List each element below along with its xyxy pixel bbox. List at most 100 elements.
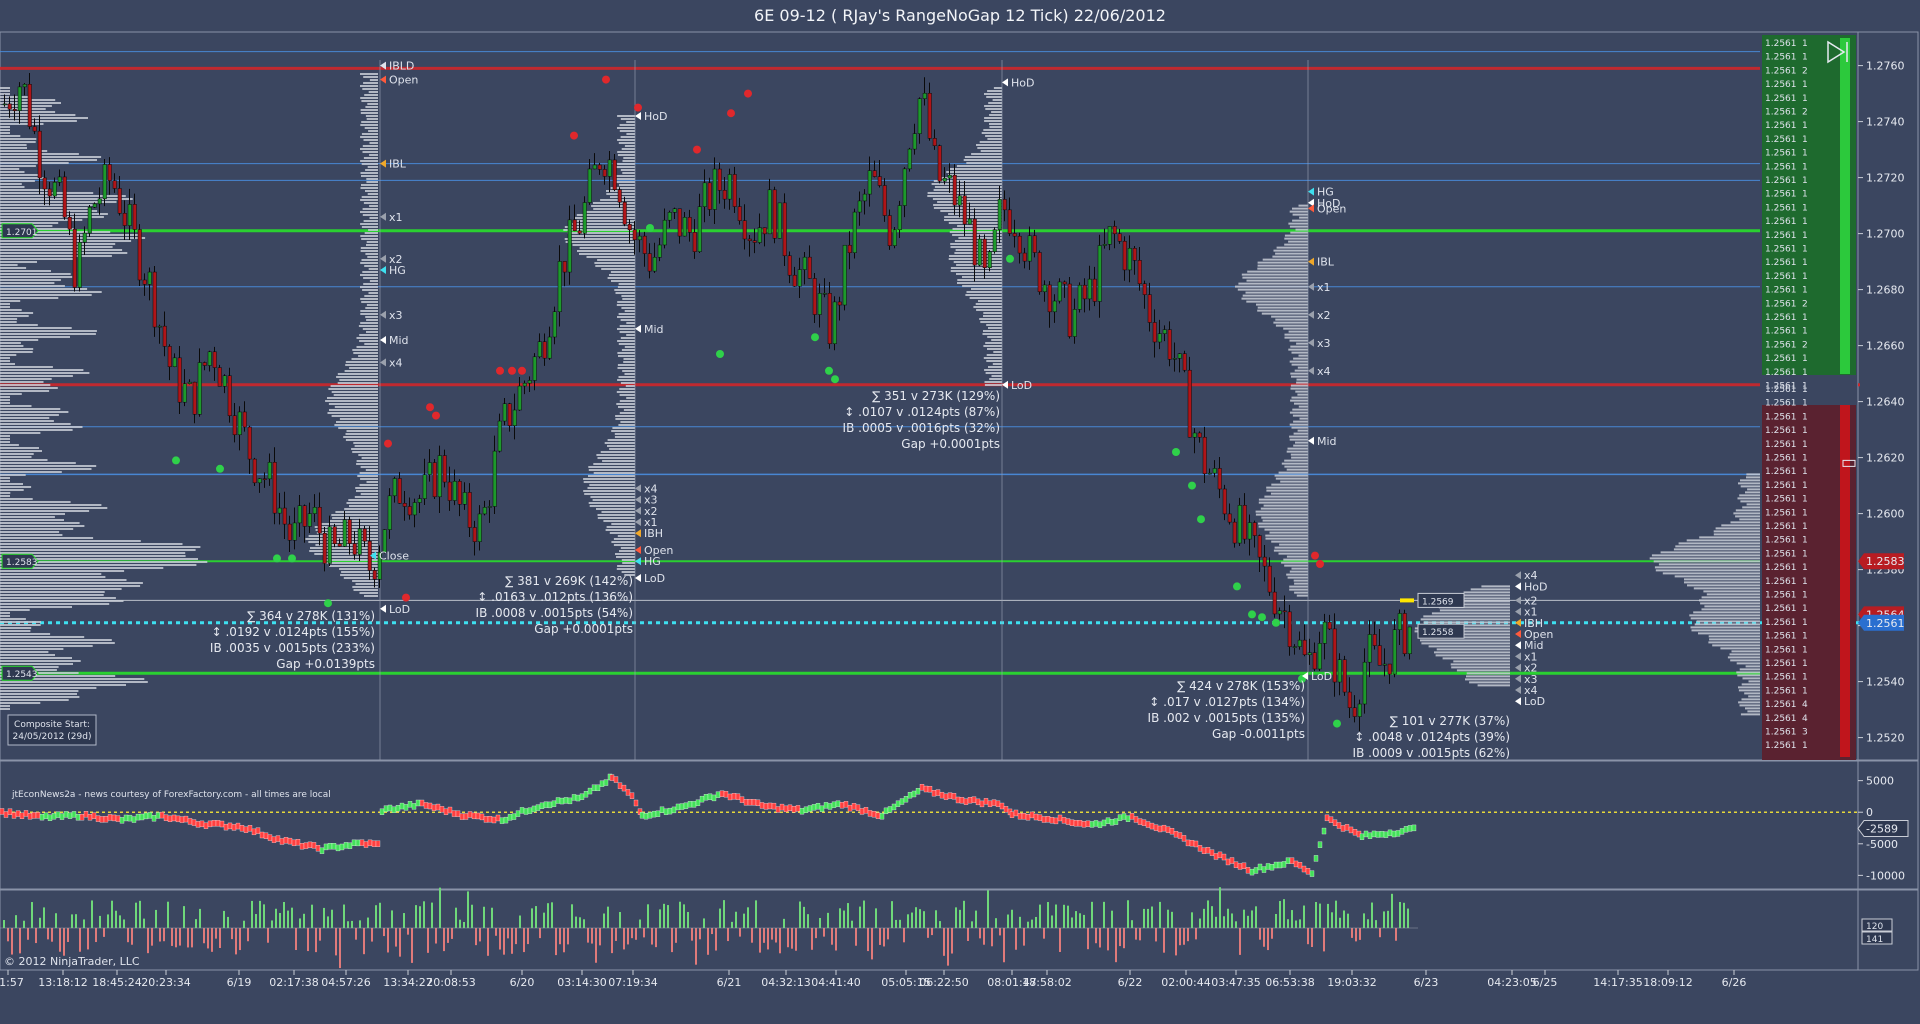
level-arrow: [1515, 663, 1521, 672]
candle: [1367, 634, 1372, 663]
volume-bar: [271, 920, 273, 928]
volume-bar: [331, 909, 333, 928]
volume-bar: [399, 928, 401, 957]
volume-bar: [987, 890, 989, 928]
oscillator-brick: [71, 811, 77, 818]
level-arrow: [1002, 380, 1008, 389]
oscillator-brick: [1181, 835, 1187, 842]
oscillator-brick: [1233, 861, 1239, 868]
oscillator-brick: [387, 804, 393, 812]
candle: [1347, 691, 1352, 709]
oscillator-brick: [719, 790, 725, 797]
volume-bar: [635, 928, 637, 940]
session-stat-l2: ↕ .0163 v .012pts (136%): [477, 590, 633, 604]
oscillator-brick: [215, 820, 221, 827]
oscillator-brick: [1241, 862, 1247, 869]
volume-bar: [535, 906, 537, 928]
volume-bar: [595, 928, 597, 963]
oscillator-brick: [1125, 815, 1131, 822]
volume-bar: [1083, 914, 1085, 928]
session-stat-l1: ∑ 381 v 269K (142%): [505, 574, 633, 588]
oscillator-brick: [767, 802, 773, 810]
oscillator-brick: [375, 840, 381, 847]
time-axis-label: 6/21: [717, 976, 742, 989]
oscillator-brick: [515, 810, 521, 817]
oscillator-brick: [335, 844, 341, 852]
volume-bar: [303, 913, 305, 928]
candle: [252, 458, 257, 484]
oscillator-brick: [803, 806, 809, 814]
oscillator-brick: [1017, 813, 1023, 820]
volume-bar: [375, 905, 377, 928]
dom-bid-price: 1.2561: [1765, 645, 1797, 655]
chart-canvas[interactable]: IBLDOpenIBLx1x2HGx3Midx4CloseLoDHoDMidx4…: [0, 0, 1920, 1024]
oscillator-brick: [1407, 825, 1413, 832]
oscillator-brick: [959, 797, 965, 804]
volume-bar: [167, 901, 169, 928]
oscillator-brick: [3, 811, 9, 818]
volume-bar: [123, 919, 125, 928]
volume-bar: [659, 909, 661, 928]
volume-bar: [799, 901, 801, 928]
volume-bar: [911, 912, 913, 928]
dom-bid-price: 1.2561: [1765, 549, 1797, 559]
volume-bar: [863, 900, 865, 928]
candle: [1297, 639, 1302, 647]
signal-dot-green: [811, 333, 819, 342]
candle: [67, 216, 72, 230]
oscillator-brick: [263, 832, 269, 839]
oscillator-brick: [887, 806, 893, 813]
session-stat-l4: Gap +0.0001pts: [901, 437, 1000, 451]
level-arrow: [380, 336, 386, 344]
oscillator-brick: [671, 806, 677, 814]
oscillator-brick: [287, 837, 293, 845]
dom-bid-price: 1.2561: [1765, 412, 1797, 422]
volume-bar: [455, 907, 457, 928]
candle: [1242, 505, 1247, 540]
dom-bid-size: 1: [1802, 508, 1808, 518]
oscillator-brick: [843, 801, 849, 808]
dom-bid-size: 1: [1802, 659, 1808, 669]
volume-bar: [999, 928, 1001, 936]
oscillator-brick: [799, 808, 805, 815]
time-axis-label: 20:23:34: [141, 976, 190, 989]
volume-bar: [1027, 921, 1029, 928]
oscillator-brick: [15, 810, 21, 817]
candle: [462, 492, 467, 505]
last-price-value: 1.2569: [1422, 597, 1454, 607]
candle: [132, 204, 137, 230]
candle: [1092, 278, 1097, 302]
oscillator-brick: [283, 837, 289, 844]
dom-bid-size: 1: [1802, 741, 1808, 751]
oscillator-brick: [1265, 863, 1271, 870]
oscillator-brick: [1037, 814, 1043, 821]
candle: [1217, 468, 1222, 490]
oscillator-brick: [647, 812, 653, 819]
volume-bar: [387, 928, 389, 953]
oscillator-brick: [823, 802, 829, 809]
oscillator-brick: [31, 812, 37, 819]
candle: [37, 130, 42, 179]
volume-bar: [1171, 911, 1173, 928]
oscillator-brick: [7, 808, 13, 815]
oscillator-brick: [667, 807, 673, 815]
signal-dot-green: [1172, 448, 1180, 456]
oscillator-brick: [679, 803, 685, 810]
candle: [1267, 565, 1272, 593]
volume-bar: [1231, 913, 1233, 928]
oscillator-brick: [951, 793, 957, 800]
oscillator-brick: [11, 812, 17, 819]
level-arrow: [1308, 366, 1314, 375]
volume-bar: [91, 900, 93, 928]
dom-bid-size: 1: [1802, 481, 1808, 491]
oscillator-brick: [707, 793, 713, 800]
time-axis-label: 04:57:26: [321, 976, 370, 989]
dom-ask-price: 1.2561: [1765, 162, 1797, 172]
volume-bar: [1359, 928, 1361, 940]
volume-bar: [1163, 928, 1165, 953]
volume-bar: [831, 928, 833, 945]
volume-profile-session: [563, 115, 635, 576]
oscillator-brick: [451, 810, 457, 817]
oscillator-brick: [323, 843, 329, 851]
candle: [1402, 613, 1407, 654]
